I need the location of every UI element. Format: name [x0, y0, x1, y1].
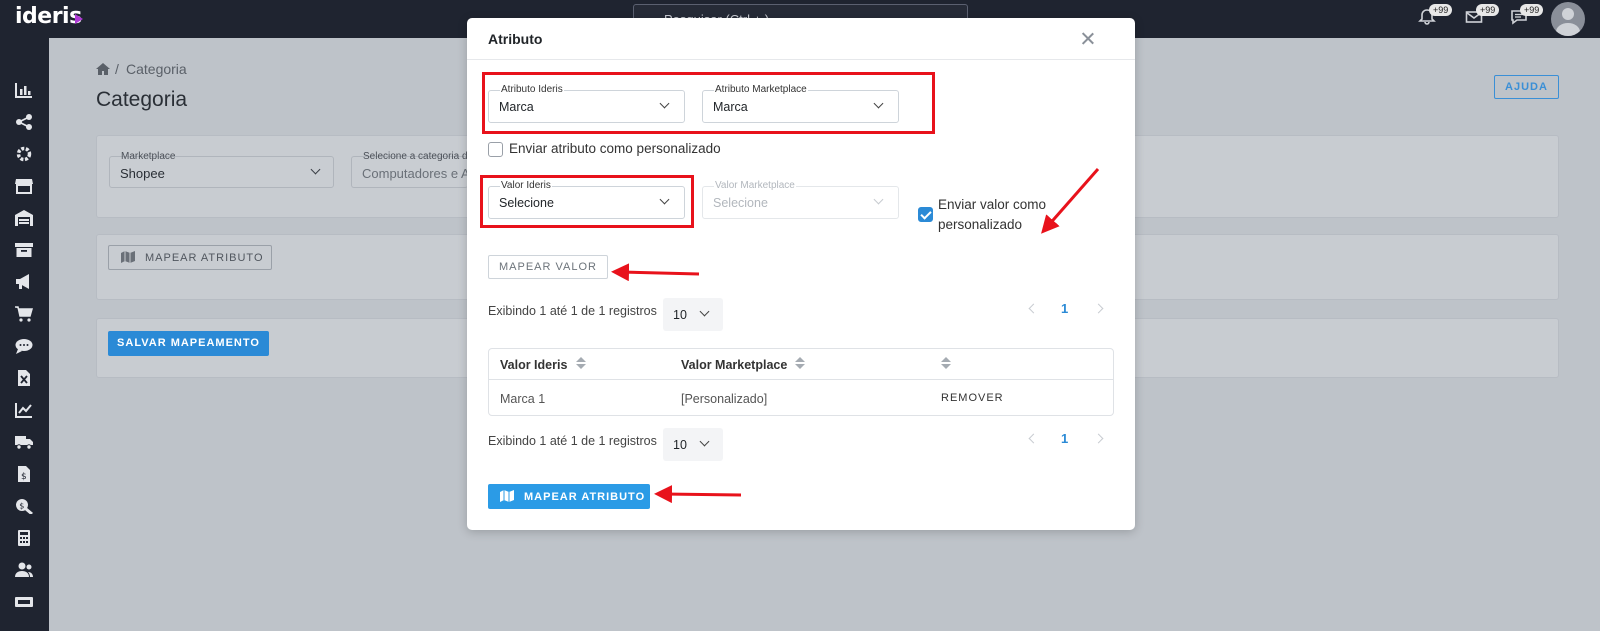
page-number-bottom[interactable]: 1: [1061, 431, 1068, 446]
chevron-down-icon: [699, 306, 710, 317]
chat-bubble-icon[interactable]: [15, 338, 33, 354]
chevron-down-icon: [873, 194, 884, 205]
marketplace-select[interactable]: Marketplace Shopee: [109, 151, 334, 188]
value-marketplace-label: Valor Marketplace: [714, 180, 796, 191]
chevron-right-icon[interactable]: [1093, 303, 1104, 314]
page-title: Categoria: [96, 88, 188, 111]
line-chart-icon[interactable]: [15, 402, 33, 418]
sort-icon[interactable]: [795, 357, 805, 371]
chevron-right-icon[interactable]: [1093, 433, 1104, 444]
search-dollar-icon[interactable]: $: [15, 498, 33, 516]
svg-text:$: $: [19, 502, 24, 511]
breadcrumb-separator: /: [115, 61, 119, 77]
breadcrumb-item-categoria[interactable]: Categoria: [126, 61, 187, 77]
column-header-valor-marketplace[interactable]: Valor Marketplace: [681, 358, 787, 372]
modal-title: Atributo: [488, 31, 543, 47]
sidebar: $ $: [0, 38, 49, 631]
map-icon: [500, 490, 514, 502]
value-marketplace-select: Valor Marketplace Selecione: [702, 180, 899, 219]
chevron-left-icon[interactable]: [1028, 433, 1039, 444]
chevron-down-icon: [699, 436, 710, 447]
map-attribute-label: MAPEAR ATRIBUTO: [145, 252, 264, 264]
chevron-left-icon[interactable]: [1028, 303, 1039, 314]
category-label: Selecione a categoria d: [363, 151, 468, 162]
sort-icon[interactable]: [941, 357, 951, 371]
megaphone-icon[interactable]: [15, 274, 33, 290]
gear-icon[interactable]: [15, 146, 33, 162]
value-marketplace-value: Selecione: [713, 196, 768, 210]
map-attribute-label: MAPEAR ATRIBUTO: [524, 491, 646, 503]
sort-icon[interactable]: [576, 357, 586, 371]
app-logo[interactable]: ideris: [15, 4, 82, 29]
logo-mark-icon: [75, 14, 83, 24]
calculator-icon[interactable]: [15, 530, 33, 546]
category-select[interactable]: Selecione a categoria d Computadores e A…: [351, 151, 476, 188]
map-icon: [121, 251, 135, 266]
page-size-value: 10: [673, 438, 687, 452]
home-icon[interactable]: [96, 62, 110, 75]
chart-bar-icon[interactable]: [15, 82, 33, 98]
column-header-valor-ideris[interactable]: Valor Ideris: [500, 358, 567, 372]
help-button[interactable]: AJUDA: [1494, 75, 1559, 99]
map-value-button[interactable]: MAPEAR VALOR: [488, 255, 608, 279]
table-cell-valor-ideris: Marca 1: [500, 392, 546, 406]
page-size-select-top[interactable]: 10: [663, 298, 723, 331]
page-size-select-bottom[interactable]: 10: [663, 428, 723, 461]
truck-icon[interactable]: [15, 434, 33, 450]
table-info-top: Exibindo 1 até 1 de 1 registros: [488, 304, 657, 318]
page-number-top[interactable]: 1: [1061, 301, 1068, 316]
send-value-custom-label: Enviar valor como personalizado: [938, 195, 1046, 235]
archive-box-icon[interactable]: [15, 242, 33, 258]
values-table: Valor Ideris Valor Marketplace Marca 1 […: [488, 348, 1114, 416]
svg-text:$: $: [21, 472, 27, 482]
cart-icon[interactable]: [15, 306, 33, 322]
table-header-row: Valor Ideris Valor Marketplace: [489, 349, 1113, 380]
invoice-file-icon[interactable]: $: [15, 466, 33, 482]
excel-file-icon[interactable]: [15, 370, 33, 386]
chevron-down-icon: [310, 164, 321, 175]
notifications-badge: +99: [1429, 4, 1453, 16]
user-avatar[interactable]: [1551, 2, 1585, 36]
send-attribute-custom-checkbox[interactable]: [488, 142, 503, 157]
map-attribute-button[interactable]: MAPEAR ATRIBUTO: [488, 484, 650, 509]
send-value-custom-label-line1: Enviar valor como: [938, 197, 1047, 212]
ticket-icon[interactable]: [15, 594, 33, 610]
map-attribute-button-background[interactable]: MAPEAR ATRIBUTO: [108, 245, 272, 270]
save-mapping-button[interactable]: SALVAR MAPEAMENTO: [108, 331, 269, 356]
share-nodes-icon[interactable]: [15, 114, 33, 130]
send-attribute-custom-label: Enviar atributo como personalizado: [509, 141, 721, 156]
table-cell-valor-marketplace: [Personalizado]: [681, 392, 768, 406]
highlight-box-attributes: [482, 72, 935, 134]
table-info-bottom: Exibindo 1 até 1 de 1 registros: [488, 434, 657, 448]
marketplace-value: Shopee: [120, 166, 165, 181]
highlight-box-value-ideris: [480, 175, 694, 228]
send-value-custom-label-line2: personalizado: [938, 217, 1023, 232]
marketplace-label: Marketplace: [121, 151, 176, 162]
store-icon[interactable]: [15, 178, 33, 194]
warehouse-icon[interactable]: [15, 210, 33, 226]
remove-button[interactable]: REMOVER: [941, 392, 1004, 404]
send-value-custom-checkbox[interactable]: [918, 207, 933, 222]
messages-badge: +99: [1476, 4, 1500, 16]
chat-badge: +99: [1520, 4, 1544, 16]
modal-header: Atributo: [467, 18, 1135, 60]
category-value: Computadores e Ac: [362, 166, 477, 181]
close-icon[interactable]: [1078, 29, 1098, 49]
users-icon[interactable]: [15, 562, 33, 578]
page-size-value: 10: [673, 308, 687, 322]
